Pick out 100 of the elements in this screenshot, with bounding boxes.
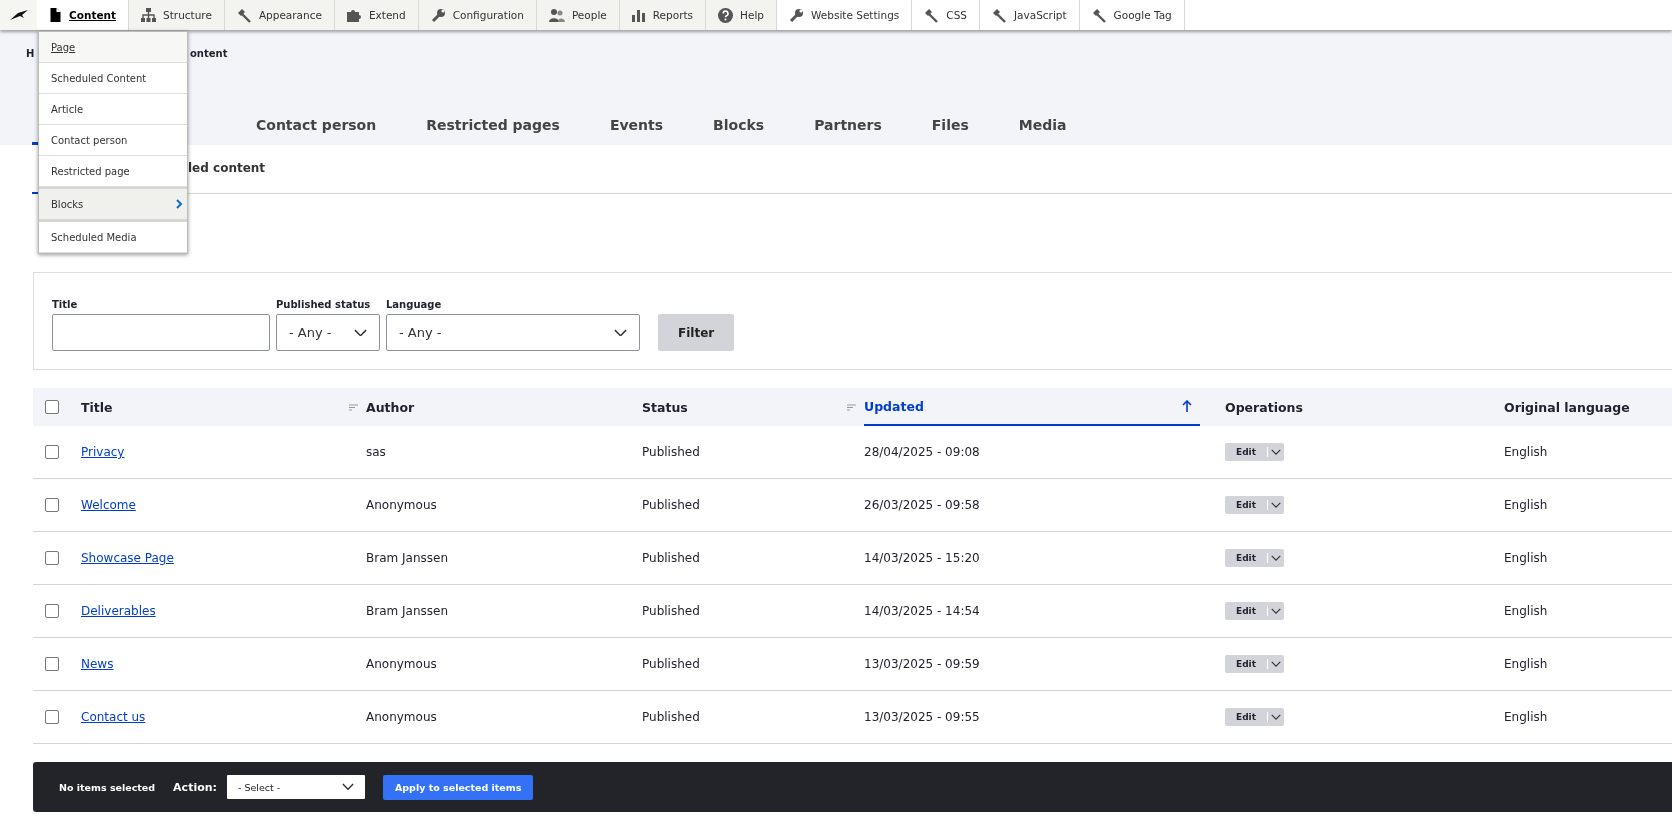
table-cell-text: Bram Janssen [366, 604, 449, 618]
title-link[interactable]: News [81, 657, 114, 671]
breadcrumb-link[interactable]: H [26, 48, 35, 59]
bar-chart-icon [631, 8, 646, 22]
row-checkbox[interactable] [45, 445, 59, 459]
primary-tab[interactable]: Blocks [689, 117, 789, 137]
column-header[interactable]: Status [642, 388, 864, 426]
arrow-up-icon[interactable] [1182, 400, 1192, 412]
row-checkbox[interactable] [45, 551, 59, 565]
toolbar-tab[interactable]: Appearance [224, 0, 335, 30]
title-link[interactable]: Deliverables [81, 604, 156, 618]
column-header[interactable]: Updated [864, 388, 1200, 426]
table-cell-text: Published [642, 710, 701, 724]
action-label: Action: [173, 780, 217, 794]
toolbar-tab[interactable]: Content [37, 0, 130, 30]
column-header: Author [366, 398, 416, 417]
title-link[interactable]: Welcome [81, 498, 136, 512]
sort-icon[interactable] [349, 403, 358, 411]
chevron-down-icon [1271, 714, 1281, 720]
table-cell-text: English [1504, 710, 1549, 724]
people-icon [548, 8, 565, 22]
table-cell-text: Published [642, 498, 701, 512]
toolbar-tab[interactable]: Help [706, 0, 778, 30]
title-link[interactable]: Showcase Page [81, 551, 174, 565]
language-select[interactable]: - Any - [386, 314, 640, 351]
primary-tab[interactable]: Contact person [232, 117, 401, 137]
operations-dropdown[interactable] [1268, 714, 1284, 720]
puzzle-icon [346, 8, 362, 22]
table-cell-text: 26/03/2025 - 09:58 [864, 498, 981, 512]
menu-item[interactable]: Blocks [39, 187, 187, 222]
column-header[interactable]: Title [81, 388, 366, 426]
menu-item[interactable]: Scheduled Content [39, 63, 187, 94]
table-cell-text: English [1504, 604, 1549, 618]
chevron-down-icon [1271, 661, 1281, 667]
primary-tab[interactable]: Media [994, 117, 1091, 137]
table-cell-text: Bram Janssen [366, 551, 449, 565]
table-cell-text: Anonymous [366, 657, 438, 671]
menu-item[interactable]: Contact person [39, 125, 187, 156]
sort-icon[interactable] [847, 403, 856, 411]
breadcrumb-link[interactable]: ontent [190, 48, 228, 59]
primary-tab[interactable]: Events [585, 117, 688, 137]
filter-button[interactable]: Filter [658, 314, 735, 351]
title-link[interactable]: Contact us [81, 710, 146, 724]
primary-tab[interactable]: Partners [790, 117, 906, 137]
table-cell-text: 28/04/2025 - 09:08 [864, 445, 981, 459]
toolbar-tab[interactable]: Reports [619, 0, 707, 30]
sitemap-icon [141, 8, 157, 22]
row-checkbox[interactable] [45, 710, 59, 724]
apply-button[interactable]: Apply to selected items [382, 774, 534, 800]
table-cell-text: 14/03/2025 - 15:20 [864, 551, 981, 565]
table-cell-text: English [1504, 551, 1549, 565]
operations-dropdown[interactable] [1268, 502, 1284, 508]
operations-dropdown[interactable] [1268, 608, 1284, 614]
selection-status: No items selected [59, 781, 156, 793]
chevron-down-icon [1271, 502, 1281, 508]
hammer-icon [991, 7, 1007, 23]
wrench-icon [430, 7, 446, 23]
column-header: Operations [1225, 398, 1304, 417]
wrench-icon [789, 7, 805, 23]
hammer-icon [1091, 7, 1107, 23]
chevron-down-icon [341, 783, 354, 791]
chevron-down-icon [614, 328, 627, 337]
hammer-icon [236, 7, 252, 23]
table-cell-text: Anonymous [366, 498, 438, 512]
document-icon [49, 8, 62, 22]
row-checkbox[interactable] [45, 498, 59, 512]
menu-item[interactable]: Article [39, 94, 187, 125]
menu-item[interactable]: Page [39, 32, 187, 63]
table-cell-text: Published [642, 445, 701, 459]
toolbar-tab[interactable]: Extend [334, 0, 419, 30]
primary-tab[interactable]: Restricted pages [402, 117, 584, 137]
status-select[interactable]: - Any - [276, 314, 380, 351]
title-link[interactable]: Privacy [81, 445, 125, 459]
operations-dropdown[interactable] [1268, 449, 1284, 455]
chevron-down-icon [1271, 608, 1281, 614]
row-checkbox[interactable] [45, 657, 59, 671]
action-select[interactable]: - Select - [226, 775, 365, 799]
toolbar-tab[interactable]: Configuration [418, 0, 537, 30]
title-field[interactable] [52, 314, 270, 351]
table-cell-text: sas [366, 445, 387, 459]
select-all-checkbox[interactable] [45, 400, 59, 414]
table-cell-text: Anonymous [366, 710, 438, 724]
chevron-down-icon [354, 328, 367, 337]
row-checkbox[interactable] [45, 604, 59, 618]
field-label: Title [52, 299, 79, 310]
field-label: Language [386, 299, 443, 310]
menu-item[interactable]: Scheduled Media [39, 222, 187, 253]
table-cell-text: 13/03/2025 - 09:55 [864, 710, 981, 724]
operations-dropdown[interactable] [1268, 555, 1284, 561]
table-cell-text: 14/03/2025 - 14:54 [864, 604, 981, 618]
hammer-icon [924, 7, 940, 23]
primary-tab[interactable]: Files [907, 117, 993, 137]
help-icon [718, 7, 734, 23]
table-cell-text: Published [642, 551, 701, 565]
toolbar-tab[interactable]: People [536, 0, 620, 30]
secondary-tab[interactable]: led content [188, 161, 266, 175]
toolbar-tab[interactable]: Structure [129, 0, 225, 30]
operations-dropdown[interactable] [1268, 661, 1284, 667]
field-label: Published status [276, 299, 372, 310]
table-cell-text: Published [642, 604, 701, 618]
